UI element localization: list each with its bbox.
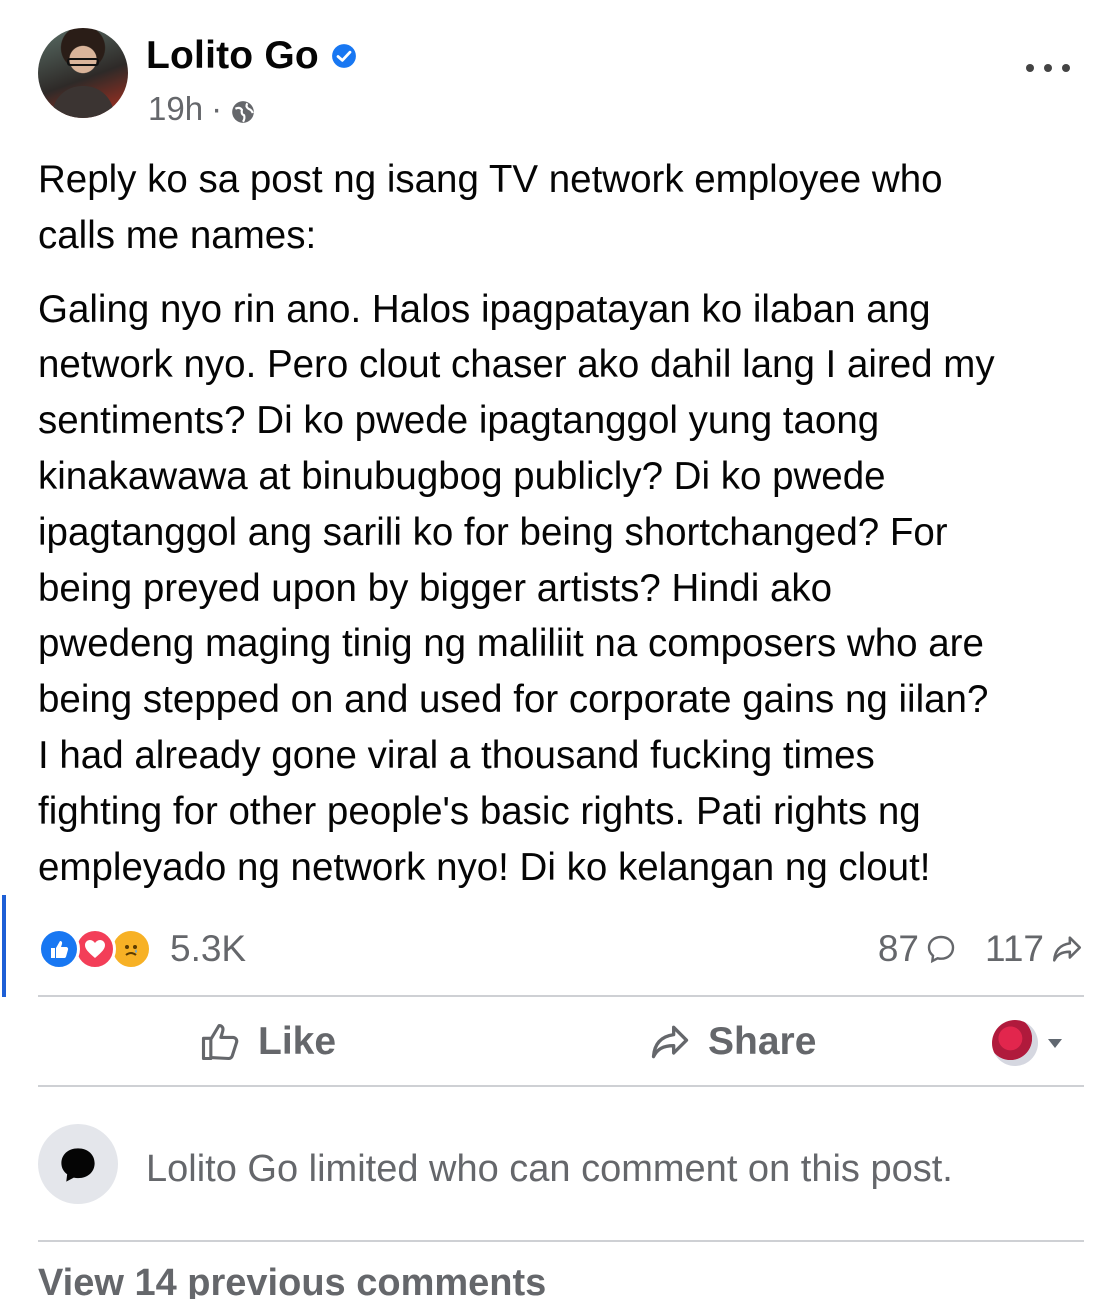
like-reaction-icon xyxy=(38,928,80,970)
share-count[interactable]: 117 xyxy=(985,928,1044,970)
author-line: Lolito Go xyxy=(146,34,357,78)
share-button[interactable]: Share xyxy=(648,1020,816,1064)
post-header: Lolito Go 19h · xyxy=(38,26,1098,128)
chevron-down-icon xyxy=(1048,1038,1062,1048)
avatar-shirt xyxy=(52,86,114,118)
sad-reaction-icon xyxy=(110,928,152,970)
more-options-button[interactable] xyxy=(1026,58,1070,78)
comment-icon xyxy=(927,935,955,964)
left-accent-bar xyxy=(2,895,6,997)
reaction-count[interactable]: 5.3K xyxy=(170,928,246,970)
avatar[interactable] xyxy=(38,28,128,118)
comment-restriction-notice: Lolito Go limited who can comment on thi… xyxy=(38,1124,1084,1204)
post-body: Reply ko sa post ng isang TV network emp… xyxy=(38,152,1098,913)
reactions-summary: 5.3K 87 117 xyxy=(38,920,1084,980)
post-paragraph: Galing nyo rin ano. Halos ipagpatayan ko… xyxy=(38,287,995,889)
reaction-icons[interactable] xyxy=(38,928,158,972)
divider xyxy=(38,1085,1084,1087)
dot-icon xyxy=(1044,64,1052,72)
dot-icon xyxy=(1026,64,1034,72)
avatar-glasses xyxy=(67,58,99,66)
post-paragraph: Reply ko sa post ng isang TV network emp… xyxy=(38,158,943,257)
post-timestamp[interactable]: 19h xyxy=(148,90,203,128)
engagement-counts: 87 117 xyxy=(878,928,1084,970)
divider xyxy=(38,1240,1084,1242)
share-icon xyxy=(651,1025,689,1059)
verified-badge-icon xyxy=(332,44,356,68)
globe-icon xyxy=(232,101,254,123)
chat-bubble-icon xyxy=(38,1124,118,1204)
dot-icon xyxy=(1062,64,1070,72)
post-card: Lolito Go 19h · Reply ko sa post ng isan… xyxy=(0,0,1120,1299)
like-label: Like xyxy=(258,1020,337,1063)
view-previous-comments-link[interactable]: View 14 previous comments xyxy=(38,1262,546,1299)
restriction-text: Lolito Go limited who can comment on thi… xyxy=(146,1148,953,1190)
author-name[interactable]: Lolito Go xyxy=(146,34,319,78)
post-actions: Like Share xyxy=(38,998,1084,1088)
love-reaction-icon xyxy=(74,928,116,970)
thumbs-up-icon xyxy=(201,1023,239,1061)
like-button[interactable]: Like xyxy=(198,1020,336,1064)
comment-count[interactable]: 87 xyxy=(878,928,919,970)
meta-separator: · xyxy=(211,90,223,127)
divider xyxy=(38,995,1084,997)
share-arrow-icon xyxy=(1052,936,1082,962)
reaction-identity-selector[interactable] xyxy=(992,1020,1062,1066)
post-meta: 19h · xyxy=(148,90,256,128)
page-avatar xyxy=(992,1020,1038,1066)
share-label: Share xyxy=(708,1020,817,1063)
